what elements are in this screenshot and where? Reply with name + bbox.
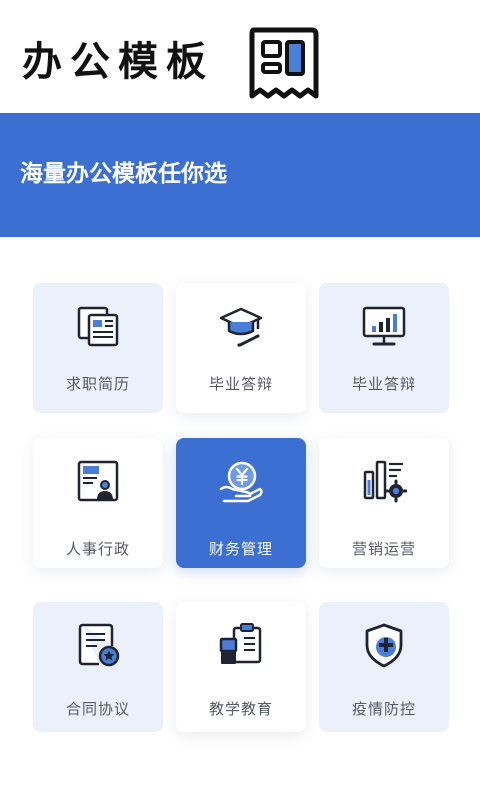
category-card-education[interactable]: 教学教育 <box>176 602 306 732</box>
category-label: 毕业答辩 <box>208 375 273 393</box>
presentation-chart-icon <box>362 306 406 346</box>
category-card-defense[interactable]: 毕业答辩 <box>319 283 449 413</box>
contract-seal-icon <box>78 623 120 667</box>
category-label: 人事行政 <box>65 540 130 558</box>
page-title: 办公模板 <box>22 39 214 85</box>
resume-documents-icon <box>77 306 119 347</box>
promo-banner[interactable]: 海量办公模板任你选 <box>0 113 480 237</box>
clipboard-books-icon <box>219 623 262 664</box>
category-label: 合同协议 <box>65 700 130 718</box>
marketing-bars-gear-icon <box>363 460 407 503</box>
category-label: 疫情防控 <box>351 700 416 718</box>
category-card-finance[interactable]: 财务管理 <box>176 438 306 568</box>
app-header: 办公模板 <box>0 0 480 113</box>
category-label: 财务管理 <box>208 540 273 558</box>
category-card-resume[interactable]: 求职简历 <box>33 283 163 413</box>
banner-text: 海量办公模板任你选 <box>20 161 227 187</box>
category-card-graduation[interactable]: 毕业答辩 <box>176 283 306 413</box>
category-card-hr[interactable]: 人事行政 <box>33 438 163 568</box>
category-label: 求职简历 <box>65 375 130 393</box>
category-label: 毕业答辩 <box>351 375 416 393</box>
medical-shield-icon <box>365 623 403 668</box>
id-card-icon <box>77 460 119 502</box>
category-card-contract[interactable]: 合同协议 <box>33 602 163 732</box>
template-doc-icon <box>249 27 319 99</box>
category-label: 教学教育 <box>208 700 273 718</box>
graduation-cap-icon <box>219 307 263 347</box>
yuan-coin-hand-icon <box>219 461 263 503</box>
category-card-epidemic[interactable]: 疫情防控 <box>319 602 449 732</box>
category-label: 营销运营 <box>351 540 416 558</box>
category-card-marketing[interactable]: 营销运营 <box>319 438 449 568</box>
